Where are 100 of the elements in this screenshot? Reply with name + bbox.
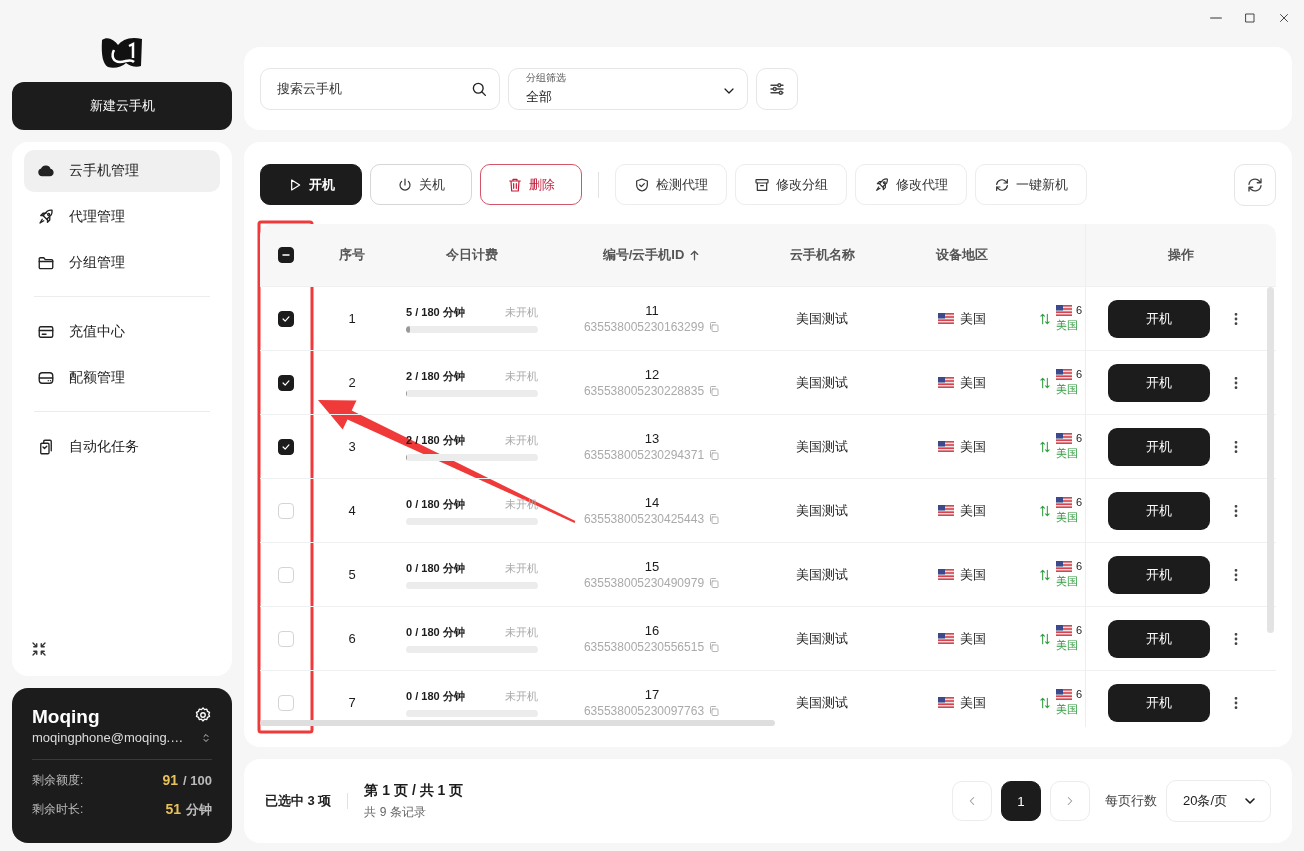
nav-item[interactable]: 充值中心 (24, 311, 220, 353)
group-filter-select[interactable]: 分组筛选 全部 (508, 67, 748, 110)
rows-per-page-select[interactable]: 20条/页 (1166, 780, 1271, 822)
nav-item[interactable]: 配额管理 (24, 357, 220, 399)
check-icon (281, 441, 291, 452)
copy-icon[interactable] (708, 641, 721, 653)
power-on-button[interactable]: 开机 (1108, 491, 1210, 530)
power-on-button[interactable]: 开机 (1108, 363, 1210, 402)
table-cell: 美国 (960, 309, 986, 328)
proxy-value: 6 (1076, 432, 1083, 444)
check-icon (281, 377, 291, 388)
refresh-button[interactable] (1234, 163, 1276, 206)
time-value: 51 (165, 801, 181, 817)
folder-icon (37, 254, 55, 272)
column-header[interactable]: 编号/云手机ID (602, 246, 685, 264)
usage-text: 5 / 180 分钟 (406, 304, 465, 320)
table-cell: 美国测试 (796, 693, 848, 712)
flag-icon (1056, 432, 1072, 444)
copy-icon[interactable] (708, 449, 721, 461)
device-id: 635538005230294371 (583, 448, 705, 462)
nav-item[interactable]: 云手机管理 (24, 150, 220, 192)
table-cell: 美国 (960, 629, 986, 648)
flag-icon (938, 569, 954, 580)
device-id: 635538005230097763 (583, 704, 705, 718)
flag-icon (938, 697, 954, 708)
flag-icon (938, 313, 954, 324)
flag-icon (938, 505, 954, 516)
vertical-scrollbar[interactable] (1267, 287, 1274, 633)
archive-icon (754, 176, 770, 193)
device-number: 13 (644, 431, 660, 446)
toolbar-button[interactable]: 删除 (480, 164, 582, 205)
toolbar-button[interactable]: 一键新机 (975, 164, 1087, 205)
nav-item[interactable]: 分组管理 (24, 242, 220, 284)
toolbar-button[interactable]: 开机 (260, 164, 362, 205)
page-button[interactable]: 1 (1001, 781, 1041, 821)
column-header: 序号 (338, 246, 366, 264)
swap-icon (1038, 695, 1052, 710)
swap-icon (1038, 631, 1052, 646)
device-number: 12 (644, 367, 660, 382)
copy-icon[interactable] (708, 577, 721, 589)
table-cell: 1 (348, 311, 356, 326)
power-on-button[interactable]: 开机 (1108, 555, 1210, 594)
sync-icon (994, 176, 1010, 193)
nav-item[interactable]: 代理管理 (24, 196, 220, 238)
copy-icon[interactable] (708, 513, 721, 525)
usage-text: 0 / 180 分钟 (406, 624, 465, 640)
table-cell: 美国 (960, 693, 986, 712)
toolbar-button[interactable]: 修改代理 (855, 164, 967, 205)
device-number: 17 (644, 687, 660, 702)
device-number: 16 (644, 623, 660, 638)
copy-icon[interactable] (708, 385, 721, 397)
swap-icon (1038, 375, 1052, 390)
filter-settings-button[interactable] (756, 67, 798, 110)
search-field[interactable]: 搜索云手机 (260, 67, 500, 110)
rows-per-page-label: 每页行数 (1105, 792, 1157, 810)
device-id: 635538005230490979 (583, 576, 705, 590)
status-text: 未开机 (505, 624, 538, 640)
proxy-region: 美国 (1056, 638, 1079, 653)
toolbar-button[interactable]: 关机 (370, 164, 472, 205)
flag-icon (938, 441, 954, 452)
switch-icon[interactable] (200, 731, 212, 744)
proxy-value: 6 (1076, 304, 1083, 316)
server-icon (37, 369, 55, 387)
power-on-button[interactable]: 开机 (1108, 299, 1210, 338)
device-id: 635538005230425443 (583, 512, 705, 526)
power-on-button[interactable]: 开机 (1108, 683, 1210, 722)
proxy-value: 6 (1076, 368, 1083, 380)
power-on-button[interactable]: 开机 (1108, 619, 1210, 658)
row-checkbox[interactable] (278, 438, 294, 455)
horizontal-scrollbar[interactable] (260, 720, 775, 726)
swap-icon (1038, 311, 1052, 326)
close-icon (1278, 12, 1290, 24)
proxy-region: 美国 (1056, 318, 1079, 333)
time-label: 剩余时长: (32, 801, 84, 818)
refresh-icon (1246, 175, 1264, 194)
table-cell: 美国 (960, 501, 986, 520)
toolbar-button[interactable]: 检测代理 (615, 164, 727, 205)
nav-item[interactable]: 自动化任务 (24, 426, 220, 468)
settings-icon[interactable] (194, 706, 212, 724)
copy-icon[interactable] (708, 321, 721, 333)
device-id: 635538005230163299 (583, 320, 705, 334)
flag-icon (1056, 496, 1072, 508)
row-checkbox[interactable] (278, 374, 294, 391)
power-on-button[interactable]: 开机 (1108, 427, 1210, 466)
copy-icon[interactable] (708, 705, 721, 717)
power-icon (397, 176, 413, 193)
row-checkbox[interactable] (278, 310, 294, 327)
new-phone-button[interactable]: 新建云手机 (12, 82, 232, 130)
rocket-icon (874, 176, 890, 193)
collapse-icon[interactable] (30, 640, 48, 658)
minimize-icon (1210, 17, 1222, 19)
usage-text: 0 / 180 分钟 (406, 688, 465, 704)
card-icon (37, 323, 55, 341)
column-header: 今日计费 (445, 246, 499, 264)
select-all-checkbox[interactable] (278, 247, 294, 263)
proxy-value: 6 (1076, 496, 1083, 508)
status-text: 未开机 (505, 688, 538, 704)
quota-value: 91 (162, 772, 179, 788)
maximize-icon (1244, 12, 1256, 24)
toolbar-button[interactable]: 修改分组 (735, 164, 847, 205)
